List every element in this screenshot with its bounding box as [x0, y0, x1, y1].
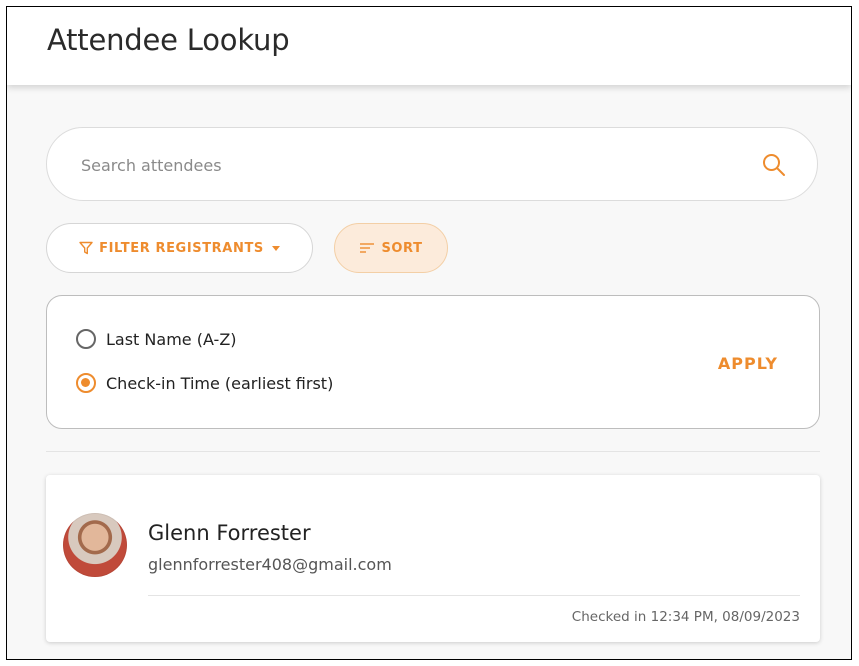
checkin-timestamp: Checked in 12:34 PM, 08/09/2023	[571, 609, 800, 625]
radio-selected[interactable]	[76, 373, 96, 393]
attendee-card[interactable]: Glenn Forrester glennforrester408@gmail.…	[46, 475, 820, 642]
sort-label: SORT	[381, 240, 423, 256]
search-bar[interactable]	[46, 127, 818, 201]
sort-option-label: Check-in Time (earliest first)	[106, 373, 334, 393]
sort-option-checkin-time[interactable]: Check-in Time (earliest first)	[76, 373, 333, 393]
search-icon[interactable]	[761, 152, 787, 178]
caret-down-icon	[271, 245, 280, 251]
funnel-icon	[79, 241, 93, 255]
app-header: Attendee Lookup	[7, 7, 851, 85]
sort-button[interactable]: SORT	[334, 223, 448, 273]
radio-unselected[interactable]	[76, 329, 96, 349]
attendee-name: Glenn Forrester	[148, 521, 311, 545]
sort-option-last-name[interactable]: Last Name (A-Z)	[76, 329, 237, 349]
avatar	[63, 513, 127, 577]
filter-registrants-button[interactable]: FILTER REGISTRANTS	[46, 223, 313, 273]
sort-lines-icon	[360, 243, 375, 253]
attendee-email: glennforrester408@gmail.com	[148, 555, 392, 574]
page-title: Attendee Lookup	[47, 23, 290, 57]
sort-options-panel: Last Name (A-Z) Check-in Time (earliest …	[46, 295, 820, 429]
card-divider	[148, 595, 800, 596]
apply-button[interactable]: APPLY	[718, 354, 778, 373]
app-window: Attendee Lookup FILTER REGISTRANTS SORT …	[6, 6, 852, 660]
divider	[46, 451, 820, 452]
filter-registrants-label: FILTER REGISTRANTS	[99, 240, 264, 256]
search-input[interactable]	[79, 150, 723, 180]
sort-option-label: Last Name (A-Z)	[106, 329, 237, 349]
